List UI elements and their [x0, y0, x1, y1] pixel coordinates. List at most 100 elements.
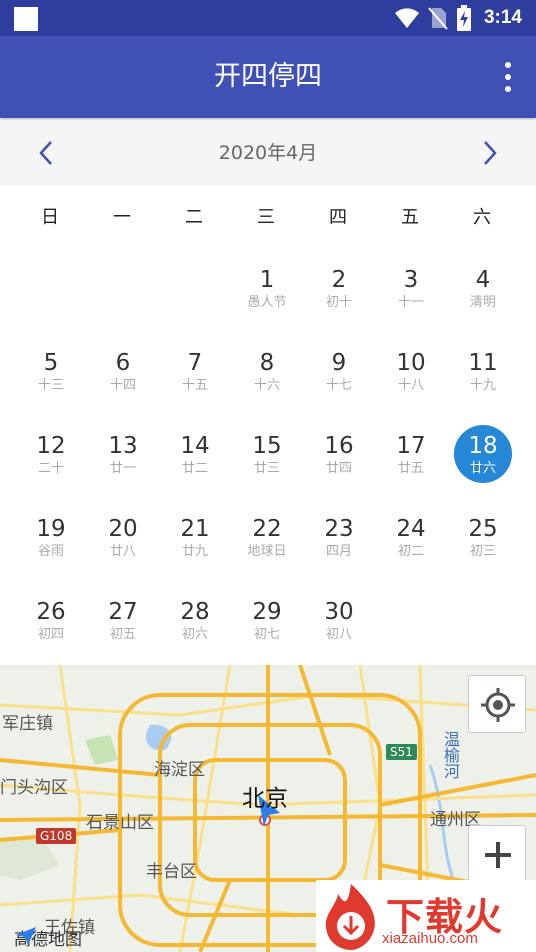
map-road-g108: G108 [36, 828, 77, 844]
weekday-tue: 二 [185, 207, 203, 228]
day-number: 10 [396, 350, 426, 376]
calendar-day-21[interactable]: 21 廿九 [160, 499, 230, 579]
calendar-day-10[interactable]: 10 十八 [376, 333, 446, 413]
day-number: 27 [108, 599, 138, 625]
lunar-date: 清明 [469, 295, 496, 310]
map-road-s51: S51 [386, 744, 417, 760]
day-number: 25 [468, 516, 498, 542]
status-time: 3:14 [483, 7, 522, 28]
watermark: 下载火 xiazaihuo.com [316, 880, 536, 952]
day-number: 5 [43, 350, 59, 376]
map-label-haidian: 海淀区 [154, 760, 205, 780]
calendar-day-1[interactable]: 1 愚人节 [232, 250, 302, 330]
calendar-day-25[interactable]: 25 初三 [448, 499, 518, 579]
lunar-date: 廿四 [325, 461, 352, 476]
calendar-day-8[interactable]: 8 十六 [232, 333, 302, 413]
calendar-day-24[interactable]: 24 初二 [376, 499, 446, 579]
menu-dot [505, 86, 511, 92]
lunar-date: 十五 [181, 378, 208, 393]
calendar-day-6[interactable]: 6 十四 [88, 333, 158, 413]
lunar-date: 地球日 [247, 544, 287, 559]
calendar-day-12[interactable]: 12 二十 [16, 416, 86, 496]
amap-logo: 高德地图 [14, 925, 82, 950]
lunar-date: 廿八 [109, 544, 136, 559]
map-label-beijing: 北京 [242, 786, 288, 812]
day-number: 21 [180, 516, 210, 542]
calendar-day-14[interactable]: 14 廿二 [160, 416, 230, 496]
calendar-day-13[interactable]: 13 廿一 [88, 416, 158, 496]
lunar-date: 初六 [181, 627, 208, 642]
flame-logo-icon [325, 884, 375, 950]
lunar-date: 廿二 [181, 461, 208, 476]
lunar-date: 二十 [37, 461, 64, 476]
calendar-day-22[interactable]: 22 地球日 [232, 499, 302, 579]
lunar-date: 十七 [325, 378, 352, 393]
chevron-right-icon[interactable] [474, 138, 504, 168]
day-number: 6 [115, 350, 131, 376]
weekday-sun: 日 [41, 207, 59, 228]
calendar-day-27[interactable]: 27 初五 [88, 582, 158, 662]
day-number: 16 [324, 433, 354, 459]
app-title: 开四停四 [214, 61, 322, 92]
lunar-date: 初七 [253, 627, 280, 642]
calendar-day-16[interactable]: 16 廿四 [304, 416, 374, 496]
calendar-day-18[interactable]: 18 廿六 [448, 416, 518, 496]
lunar-date: 初五 [109, 627, 136, 642]
crosshair-locate-icon [481, 688, 515, 722]
amap-logo-icon [16, 927, 36, 945]
lunar-date: 十八 [397, 378, 424, 393]
plus-icon [485, 842, 511, 868]
calendar-day-15[interactable]: 15 廿三 [232, 416, 302, 496]
lunar-date: 十一 [397, 295, 424, 310]
lunar-date: 十六 [253, 378, 280, 393]
calendar-day-7[interactable]: 7 十五 [160, 333, 230, 413]
day-number: 9 [331, 350, 347, 376]
lunar-date: 谷雨 [37, 544, 64, 559]
day-number: 20 [108, 516, 138, 542]
calendar-day-2[interactable]: 2 初十 [304, 250, 374, 330]
calendar-day-3[interactable]: 3 十一 [376, 250, 446, 330]
day-number: 24 [396, 516, 426, 542]
day-number: 12 [36, 433, 66, 459]
menu-dot [505, 74, 511, 80]
calendar-day-9[interactable]: 9 十七 [304, 333, 374, 413]
day-number: 22 [252, 516, 282, 542]
lunar-date: 廿一 [109, 461, 136, 476]
calendar-day-30[interactable]: 30 初八 [304, 582, 374, 662]
day-number: 19 [36, 516, 66, 542]
day-number: 14 [180, 433, 210, 459]
weekday-header: 日 一 二 三 四 五 六 [0, 188, 536, 248]
calendar-day-23[interactable]: 23 四月 [304, 499, 374, 579]
weekday-mon: 一 [113, 207, 131, 228]
day-number: 2 [331, 267, 347, 293]
day-number: 29 [252, 599, 282, 625]
calendar-day-19[interactable]: 19 谷雨 [16, 499, 86, 579]
lunar-date: 初十 [325, 295, 352, 310]
lunar-date: 廿三 [253, 461, 280, 476]
watermark-url: xiazaihuo.com [382, 930, 478, 947]
calendar-day-26[interactable]: 26 初四 [16, 582, 86, 662]
map-label-fengtai: 丰台区 [146, 862, 197, 882]
lunar-date: 初二 [397, 544, 424, 559]
day-number: 17 [396, 433, 426, 459]
more-vert-icon[interactable] [502, 62, 514, 92]
app-bar: 开四停四 [0, 36, 536, 118]
calendar-day-28[interactable]: 28 初六 [160, 582, 230, 662]
lunar-date: 廿六 [469, 461, 496, 476]
day-number: 18 [468, 433, 498, 459]
calendar-day-17[interactable]: 17 廿五 [376, 416, 446, 496]
calendar-day-4[interactable]: 4 清明 [448, 250, 518, 330]
day-number: 11 [468, 350, 498, 376]
day-number: 23 [324, 516, 354, 542]
lunar-date: 十四 [109, 378, 136, 393]
calendar-day-5[interactable]: 5 十三 [16, 333, 86, 413]
calendar-day-20[interactable]: 20 廿八 [88, 499, 158, 579]
lunar-date: 十九 [469, 378, 496, 393]
day-number: 3 [403, 267, 419, 293]
calendar-day-29[interactable]: 29 初七 [232, 582, 302, 662]
locate-button[interactable] [468, 675, 526, 733]
zoom-in-button[interactable] [468, 825, 526, 883]
calendar-day-11[interactable]: 11 十九 [448, 333, 518, 413]
lunar-date: 廿五 [397, 461, 424, 476]
weekday-fri: 五 [401, 207, 419, 228]
